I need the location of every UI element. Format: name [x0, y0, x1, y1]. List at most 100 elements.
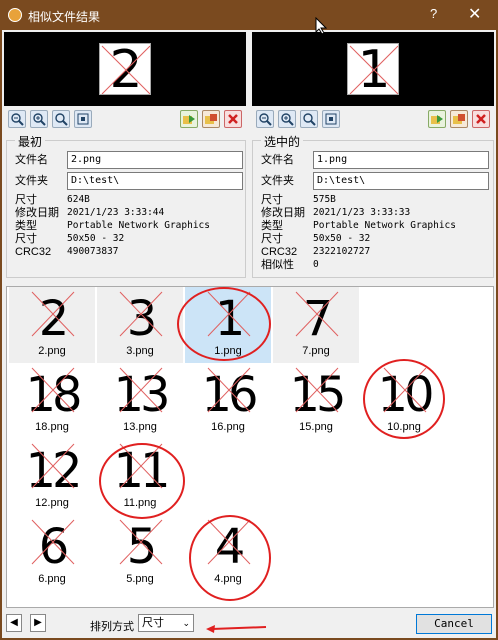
group-title: 最初	[15, 133, 46, 150]
modified-label: 修改日期	[261, 207, 305, 219]
right-preview-thumbnail: 1	[347, 43, 399, 95]
similarity-label: 相似性	[261, 259, 294, 271]
type-label: 类型	[15, 220, 37, 232]
crc-value: 490073837	[67, 246, 119, 257]
modified-value: 2021/1/23 3:33:44	[67, 207, 165, 218]
modified-label: 修改日期	[15, 207, 59, 219]
copy-icon[interactable]	[450, 110, 468, 128]
dimensions-value: 50x50 - 32	[67, 233, 125, 244]
actual-size-icon[interactable]	[300, 110, 318, 128]
result-file-name: 13.png	[123, 421, 157, 433]
result-item[interactable]: 11 11.png	[97, 439, 183, 515]
move-icon[interactable]	[428, 110, 446, 128]
cross-mark-icon	[295, 367, 339, 413]
cross-mark-icon	[295, 291, 339, 337]
result-item[interactable]: 13 13.png	[97, 363, 183, 439]
result-item[interactable]: 16 16.png	[185, 363, 271, 439]
zoom-out-icon[interactable]	[256, 110, 274, 128]
sort-select-value: 尺寸	[142, 617, 164, 629]
next-button[interactable]: ▶	[30, 614, 46, 632]
cross-mark-icon	[207, 367, 251, 413]
folder-field[interactable]: D:\test\	[67, 172, 243, 190]
result-item[interactable]: 18 18.png	[9, 363, 95, 439]
zoom-in-icon[interactable]	[278, 110, 296, 128]
result-item[interactable]: 5 5.png	[97, 515, 183, 591]
similarity-value: 0	[313, 259, 319, 270]
cross-mark-icon	[349, 45, 398, 94]
sort-label: 排列方式	[90, 621, 134, 633]
file-name-field[interactable]: 1.png	[313, 151, 489, 169]
type-value: Portable Network Graphics	[67, 220, 210, 231]
result-item[interactable]: 4 4.png	[185, 515, 271, 591]
cross-mark-icon	[101, 45, 150, 94]
modified-value: 2021/1/23 3:33:33	[313, 207, 411, 218]
fit-window-icon[interactable]	[322, 110, 340, 128]
result-item[interactable]: 2 2.png	[9, 287, 95, 363]
crc-label: CRC32	[15, 246, 52, 258]
copy-icon[interactable]	[202, 110, 220, 128]
result-item[interactable]: 12 12.png	[9, 439, 95, 515]
folder-field[interactable]: D:\test\	[313, 172, 489, 190]
left-toolbar	[8, 110, 246, 130]
result-item[interactable]: 7 7.png	[273, 287, 359, 363]
type-label: 类型	[261, 220, 283, 232]
cross-mark-icon	[31, 367, 75, 413]
original-file-group: 最初 文件名 2.png 文件夹 D:\test\ 尺寸 624B 修改日期 202…	[6, 133, 246, 278]
result-file-name: 3.png	[126, 345, 154, 357]
cross-mark-icon	[119, 443, 163, 489]
result-file-name: 12.png	[35, 497, 69, 509]
delete-icon[interactable]	[472, 110, 490, 128]
name-label: 文件名	[15, 154, 48, 166]
crc-value: 2322102727	[313, 246, 371, 257]
app-icon	[8, 8, 22, 22]
previous-button[interactable]: ◀	[6, 614, 22, 632]
cross-mark-icon	[207, 519, 251, 565]
cross-mark-icon	[31, 519, 75, 565]
name-label: 文件名	[261, 154, 294, 166]
size-label: 尺寸	[15, 194, 37, 206]
zoom-out-icon[interactable]	[8, 110, 26, 128]
footer-bar: ◀ ▶ 排列方式 尺寸 ⌄ Cancel	[2, 610, 496, 638]
result-item[interactable]: 3 3.png	[97, 287, 183, 363]
selected-file-group: 选中的 文件名 1.png 文件夹 D:\test\ 尺寸 575B 修改日期 20…	[252, 133, 494, 278]
result-item[interactable]: 6 6.png	[9, 515, 95, 591]
size-value: 624B	[67, 194, 90, 205]
help-button[interactable]: ?	[430, 6, 437, 21]
dialog-body: 2 1 最初 文件名 2.png 文件夹 D:\test\ 尺寸 624B 修改…	[2, 30, 496, 638]
result-file-name: 16.png	[211, 421, 245, 433]
result-file-name: 15.png	[299, 421, 333, 433]
move-icon[interactable]	[180, 110, 198, 128]
close-button[interactable]: ✕	[468, 4, 481, 24]
cross-mark-icon	[119, 291, 163, 337]
chevron-down-icon: ⌄	[182, 618, 190, 628]
result-file-name: 1.png	[214, 345, 242, 357]
mouse-cursor-icon	[315, 17, 327, 35]
annotation-arrow-icon	[206, 625, 267, 633]
zoom-in-icon[interactable]	[30, 110, 48, 128]
file-name-field[interactable]: 2.png	[67, 151, 243, 169]
folder-label: 文件夹	[261, 175, 294, 187]
result-file-name: 7.png	[302, 345, 330, 357]
result-file-name: 18.png	[35, 421, 69, 433]
result-file-name: 4.png	[214, 573, 242, 585]
result-item[interactable]: 15 15.png	[273, 363, 359, 439]
window-title: 相似文件结果	[28, 10, 101, 24]
result-item[interactable]: 10 10.png	[361, 363, 447, 439]
folder-label: 文件夹	[15, 175, 48, 187]
crc-label: CRC32	[261, 246, 298, 258]
delete-icon[interactable]	[224, 110, 242, 128]
fit-window-icon[interactable]	[74, 110, 92, 128]
cross-mark-icon	[119, 519, 163, 565]
result-item[interactable]: 1 1.png	[185, 287, 271, 363]
result-file-name: 2.png	[38, 345, 66, 357]
cancel-button[interactable]: Cancel	[416, 614, 492, 634]
right-preview: 1	[252, 32, 494, 106]
result-file-name: 11.png	[123, 497, 157, 509]
cross-mark-icon	[119, 367, 163, 413]
sort-select[interactable]: 尺寸 ⌄	[138, 614, 194, 632]
result-file-name: 5.png	[126, 573, 154, 585]
right-toolbar	[256, 110, 494, 130]
cross-mark-icon	[207, 291, 251, 337]
actual-size-icon[interactable]	[52, 110, 70, 128]
group-title: 选中的	[261, 133, 304, 150]
